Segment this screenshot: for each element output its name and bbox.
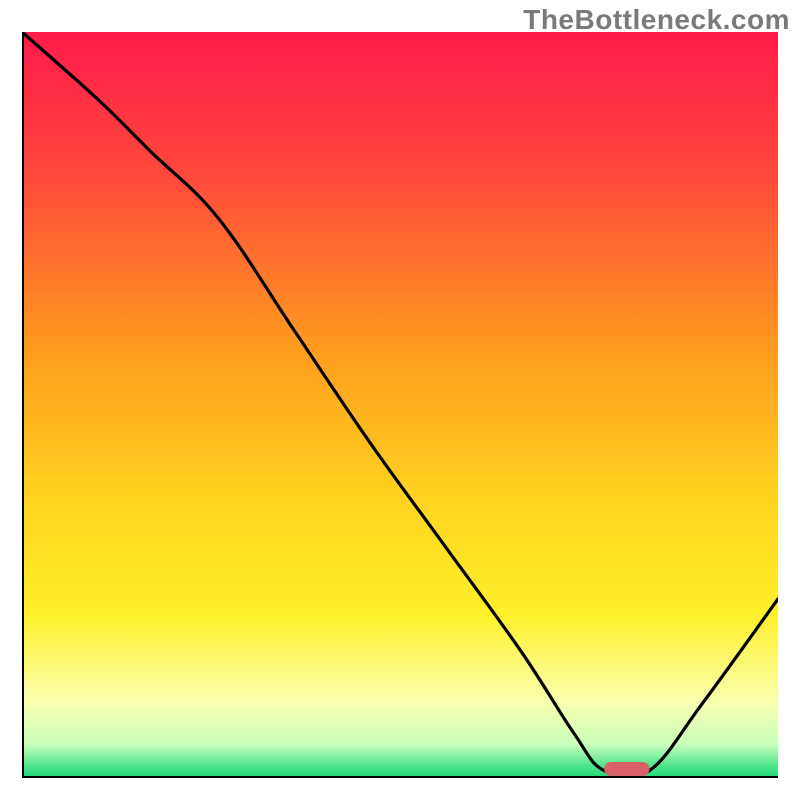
min-marker <box>604 762 649 776</box>
chart-container: TheBottleneck.com <box>0 0 800 800</box>
plot-area <box>22 32 778 778</box>
chart-svg <box>22 32 778 778</box>
gradient-background <box>22 32 778 778</box>
watermark-text: TheBottleneck.com <box>523 4 790 36</box>
